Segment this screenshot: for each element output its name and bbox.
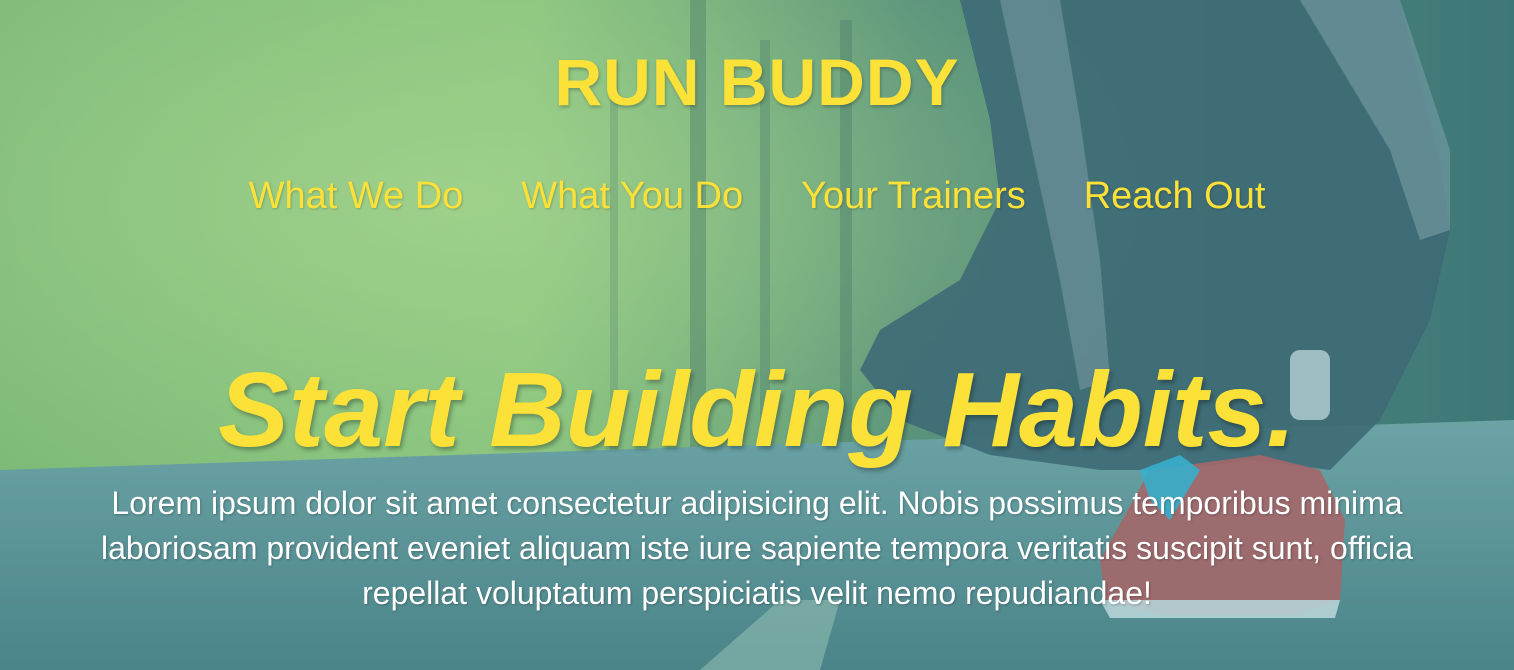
site-logo[interactable]: RUN BUDDY <box>0 44 1514 120</box>
main-nav: What We Do What You Do Your Trainers Rea… <box>0 175 1514 218</box>
nav-link-your-trainers[interactable]: Your Trainers <box>801 175 1026 218</box>
hero-section: RUN BUDDY What We Do What You Do Your Tr… <box>0 0 1514 670</box>
nav-link-reach-out[interactable]: Reach Out <box>1084 175 1266 218</box>
nav-link-what-we-do[interactable]: What We Do <box>249 175 464 218</box>
hero-intro-text: Lorem ipsum dolor sit amet consectetur a… <box>100 485 1414 611</box>
hero-headline: Start Building Habits. <box>218 351 1296 469</box>
nav-link-what-you-do[interactable]: What You Do <box>521 175 743 218</box>
